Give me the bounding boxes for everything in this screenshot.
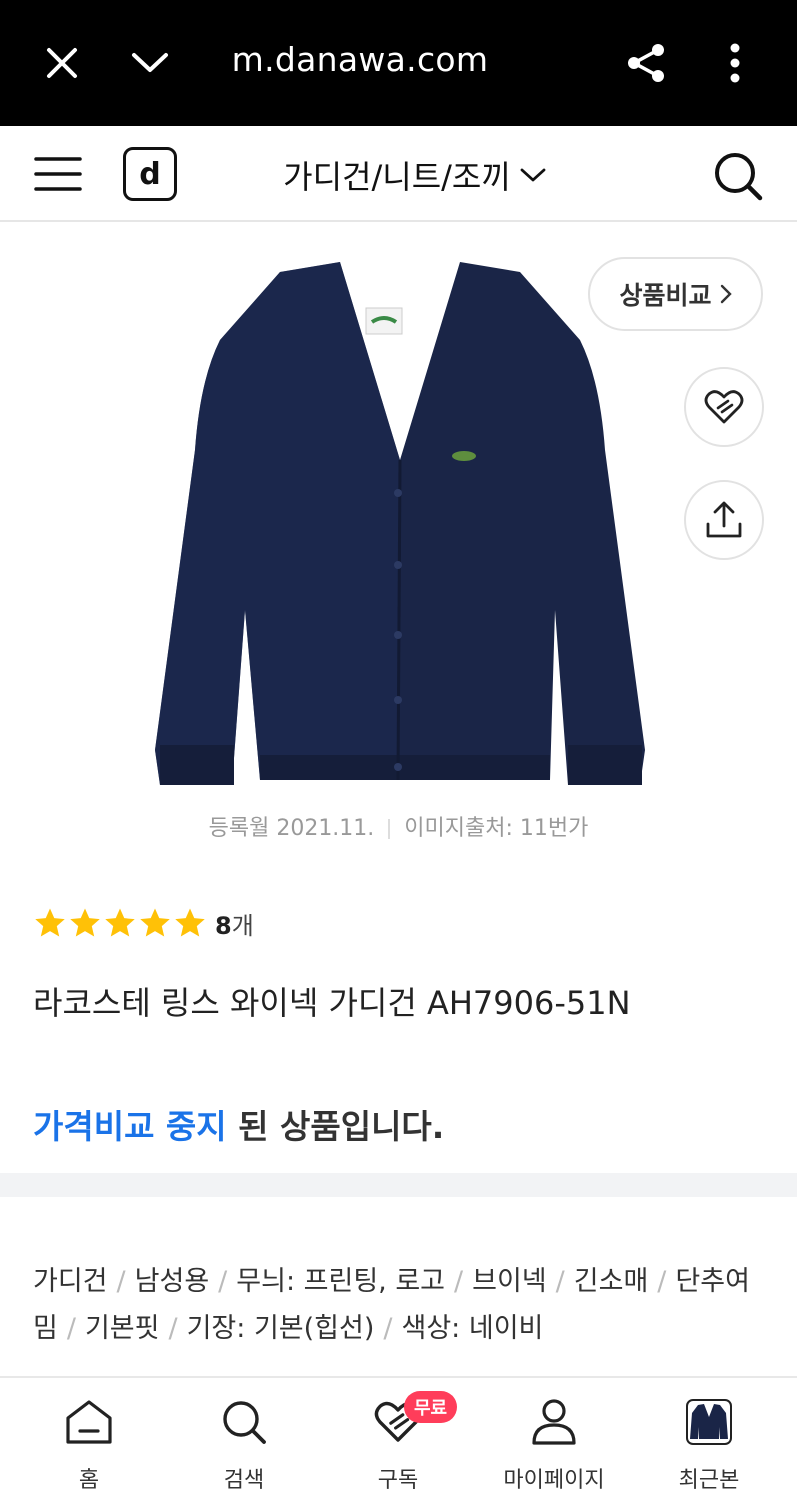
spec-item: 색상: 네이비 xyxy=(401,1313,544,1344)
search-icon xyxy=(220,1394,268,1450)
browser-toolbar: m.danawa.com xyxy=(0,0,797,126)
nav-label: 검색 xyxy=(223,1468,265,1493)
menu-icon[interactable] xyxy=(28,148,88,200)
spec-separator: / xyxy=(168,1313,178,1344)
more-vertical-icon[interactable] xyxy=(705,33,765,93)
nav-label: 마이페이지 xyxy=(503,1468,605,1493)
star-icon xyxy=(140,908,170,937)
recent-thumbnail xyxy=(686,1394,732,1450)
spec-item: 무늬: 프린팅, 로고 xyxy=(236,1266,446,1297)
danawa-logo[interactable]: d xyxy=(123,147,177,201)
chevron-right-icon xyxy=(720,284,732,304)
upload-share-icon xyxy=(706,501,742,538)
compare-label: 상품비교 xyxy=(619,281,712,310)
spec-separator: / xyxy=(66,1313,76,1344)
spec-separator: / xyxy=(218,1266,228,1297)
registered-date: 등록월 2021.11. xyxy=(208,816,375,841)
rating[interactable]: 8개 xyxy=(33,903,254,943)
spec-item: 가디건 xyxy=(33,1266,108,1297)
heart-icon xyxy=(704,390,744,424)
spec-item: 기장: 기본(힙선) xyxy=(186,1313,375,1344)
star-icon xyxy=(35,908,65,937)
spec-item: 기본핏 xyxy=(84,1313,160,1344)
divider xyxy=(388,819,391,839)
notice-text: 된 상품입니다. xyxy=(226,1107,445,1146)
product-image[interactable] xyxy=(140,250,660,795)
section-divider xyxy=(0,1173,797,1197)
user-icon xyxy=(530,1394,578,1450)
logo-letter: d xyxy=(139,156,161,192)
notice-highlight: 가격비교 중지 xyxy=(33,1107,227,1146)
spec-item: 브이넥 xyxy=(472,1266,547,1297)
nav-search[interactable]: 검색 xyxy=(174,1394,314,1498)
home-icon xyxy=(64,1394,114,1450)
nav-recent[interactable]: 최근본 xyxy=(639,1394,779,1498)
category-label: 가디건/니트/조끼 xyxy=(283,158,511,196)
star-icon xyxy=(70,908,100,937)
share-icon[interactable] xyxy=(616,33,676,93)
review-count-unit: 개 xyxy=(231,911,254,940)
url-bar[interactable]: m.danawa.com xyxy=(190,40,530,79)
image-source: 이미지출처: 11번가 xyxy=(404,816,589,841)
nav-subscribe[interactable]: 무료 구독 xyxy=(328,1391,468,1498)
compare-button[interactable]: 상품비교 xyxy=(588,257,763,331)
nav-mypage[interactable]: 마이페이지 xyxy=(484,1394,624,1498)
chevron-down-icon[interactable] xyxy=(120,33,180,93)
spec-separator: / xyxy=(657,1266,667,1297)
image-meta: 등록월 2021.11. 이미지출처: 11번가 xyxy=(0,810,797,842)
spec-separator: / xyxy=(383,1313,393,1344)
search-icon[interactable] xyxy=(708,146,768,206)
close-icon[interactable] xyxy=(32,33,92,93)
rating-stars xyxy=(33,906,207,940)
bottom-navigation: 홈 검색 무료 구독 마이페이지 최근본 xyxy=(0,1376,797,1500)
subscribe-icon-wrap: 무료 xyxy=(374,1391,458,1450)
wishlist-heart-button[interactable] xyxy=(684,367,764,447)
star-icon xyxy=(175,908,205,937)
review-count-number: 8 xyxy=(215,911,232,940)
nav-home[interactable]: 홈 xyxy=(19,1394,159,1498)
nav-label: 구독 xyxy=(377,1468,419,1493)
spec-separator: / xyxy=(555,1266,565,1297)
site-header: d 가디건/니트/조끼 xyxy=(0,126,797,222)
spec-item: 남성용 xyxy=(134,1266,210,1297)
spec-separator: / xyxy=(116,1266,126,1297)
category-dropdown[interactable]: 가디건/니트/조끼 xyxy=(255,152,575,198)
chevron-down-icon xyxy=(520,168,546,182)
star-icon xyxy=(105,908,135,937)
free-badge: 무료 xyxy=(404,1391,458,1423)
share-button[interactable] xyxy=(684,480,764,560)
product-title: 라코스테 링스 와이넥 가디건 AH7906-51N xyxy=(33,984,631,1022)
nav-label: 최근본 xyxy=(678,1468,740,1493)
spec-separator: / xyxy=(454,1266,464,1297)
nav-label: 홈 xyxy=(78,1468,100,1493)
review-count: 8개 xyxy=(215,906,254,941)
product-specs: 가디건 / 남성용 / 무늬: 프린팅, 로고 / 브이넥 / 긴소매 / 단추여밈 / 기본핏 / 기장:… xyxy=(33,1258,773,1352)
spec-item: 긴소매 xyxy=(573,1266,649,1297)
price-compare-notice: 가격비교 중지 된 상품입니다. xyxy=(33,1100,444,1148)
